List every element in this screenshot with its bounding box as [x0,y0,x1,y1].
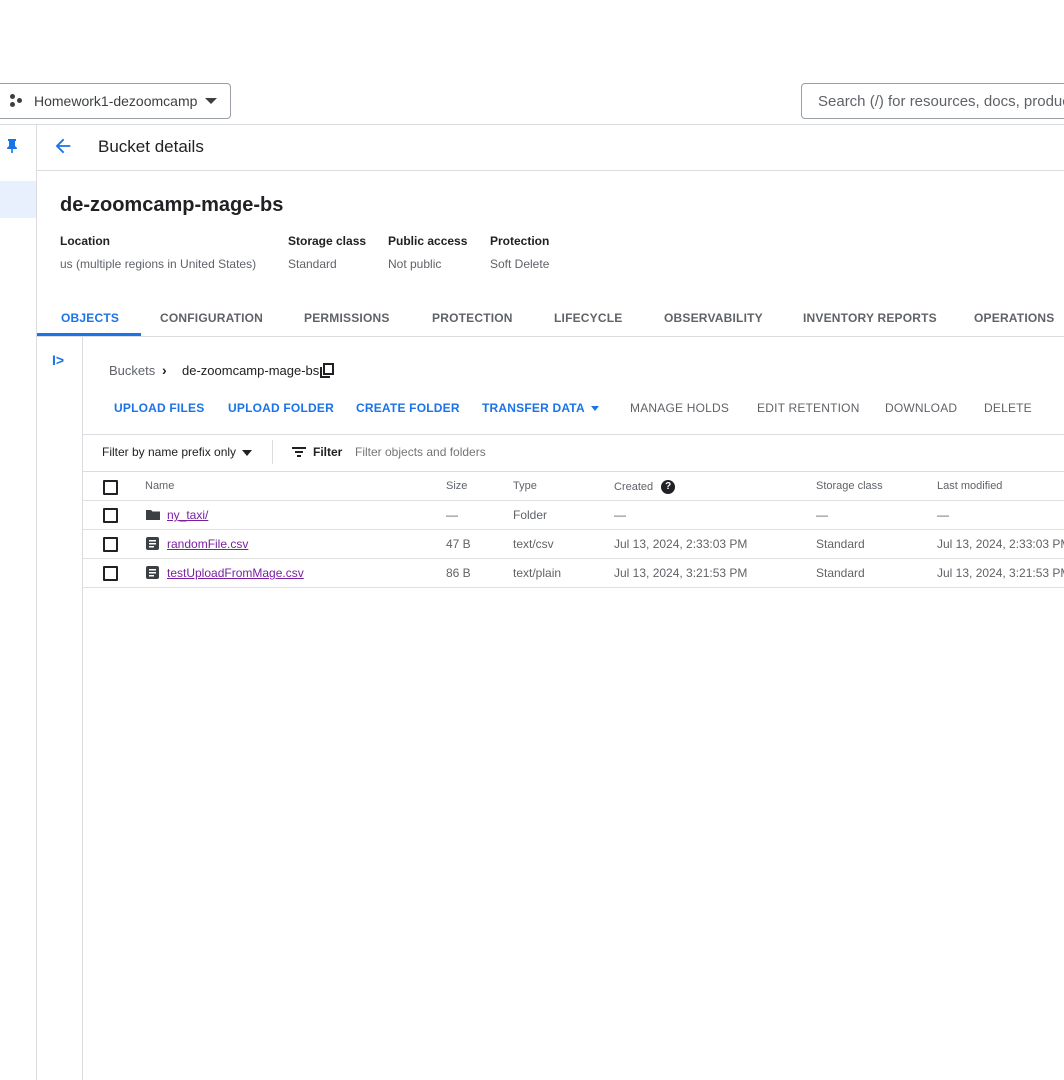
file-icon [146,537,159,550]
object-storage-class: Standard [816,537,865,551]
breadcrumb-buckets[interactable]: Buckets [109,363,155,378]
object-type: text/csv [513,537,554,551]
protection-label: Protection [490,234,550,248]
page-title: Bucket details [98,137,204,156]
protection-value: Soft Delete [490,257,550,271]
project-selector[interactable]: Homework1-dezoomcamp [0,83,231,119]
filter-icon [292,447,306,457]
tab-protection[interactable]: PROTECTION [432,311,513,325]
column-header-type[interactable]: Type [513,480,537,492]
object-storage-class: — [816,508,828,522]
object-type: Folder [513,508,548,522]
breadcrumb-current: de-zoomcamp-mage-bs [182,363,320,378]
folder-icon [146,510,160,520]
tab-permissions[interactable]: PERMISSIONS [304,311,390,325]
column-header-created[interactable]: Created? [614,480,676,494]
copy-icon[interactable] [320,363,334,378]
rail-item-selected[interactable] [0,181,36,218]
pin-icon[interactable] [5,138,19,154]
manage-holds-button[interactable]: MANAGE HOLDS [630,401,729,415]
rail-divider [36,125,37,1080]
row-divider [82,529,1064,530]
object-size: 47 B [446,537,471,551]
object-last-modified: Jul 13, 2024, 2:33:03 PM [937,537,1064,551]
search-input[interactable]: Search (/) for resources, docs, products… [801,83,1064,119]
tab-observability[interactable]: OBSERVABILITY [664,311,763,325]
filter-divider [272,440,273,464]
row-checkbox[interactable] [103,566,118,581]
upload-files-button[interactable]: UPLOAD FILES [114,401,204,415]
chevron-down-icon [590,406,599,412]
back-arrow-icon[interactable] [52,135,74,157]
public-access-label: Public access [388,234,468,248]
object-created: Jul 13, 2024, 2:33:03 PM [614,537,748,551]
row-checkbox[interactable] [103,508,118,523]
location-value: us (multiple regions in United States) [60,257,257,271]
download-button[interactable]: DOWNLOAD [885,401,957,415]
select-all-checkbox[interactable] [103,480,118,495]
column-header-name[interactable]: Name [145,480,174,492]
tab-operations[interactable]: OPERATIONS [974,311,1054,325]
column-header-size[interactable]: Size [446,480,467,492]
object-last-modified: — [937,508,949,522]
row-divider [82,558,1064,559]
action-bar-divider [82,434,1064,435]
object-name-link[interactable]: ny_taxi/ [167,508,208,522]
header-divider [0,124,1064,125]
filter-label: Filter [313,445,343,459]
file-icon [146,566,159,579]
column-header-last-modified[interactable]: Last modified [937,480,1002,492]
tab-objects[interactable]: OBJECTS [61,311,119,325]
upload-folder-button[interactable]: UPLOAD FOLDER [228,401,334,415]
location-label: Location [60,234,110,248]
panel-divider [82,337,83,1080]
storage-class-value: Standard [288,257,337,271]
object-size: 86 B [446,566,471,580]
chevron-down-icon [242,449,253,456]
transfer-data-button[interactable]: TRANSFER DATA [482,401,599,415]
search-placeholder: Search (/) for resources, docs, products… [818,92,1064,110]
tab-inventory-reports[interactable]: INVENTORY REPORTS [803,311,937,325]
help-icon[interactable]: ? [661,480,676,494]
object-created: — [614,508,626,522]
delete-button[interactable]: DELETE [984,401,1032,415]
header-row-divider [82,500,1064,501]
tab-configuration[interactable]: CONFIGURATION [160,311,263,325]
object-last-modified: Jul 13, 2024, 3:21:53 PM [937,566,1064,580]
row-checkbox[interactable] [103,537,118,552]
object-created: Jul 13, 2024, 3:21:53 PM [614,566,748,580]
row-divider [82,587,1064,588]
filter-input[interactable] [355,445,555,459]
filter-mode-dropdown[interactable]: Filter by name prefix only [102,445,253,459]
column-header-storage-class[interactable]: Storage class [816,480,883,492]
object-size: — [446,508,458,522]
title-divider [37,170,1064,171]
expand-panel-icon[interactable]: I> [52,352,64,368]
public-access-value: Not public [388,257,442,271]
filter-divider-bottom [82,471,1064,472]
object-name-link[interactable]: testUploadFromMage.csv [167,566,304,580]
create-folder-button[interactable]: CREATE FOLDER [356,401,460,415]
project-name: Homework1-dezoomcamp [34,93,198,109]
edit-retention-button[interactable]: EDIT RETENTION [757,401,860,415]
storage-class-label: Storage class [288,234,367,248]
tab-lifecycle[interactable]: LIFECYCLE [554,311,622,325]
object-storage-class: Standard [816,566,865,580]
breadcrumb-separator: › [162,362,167,378]
tabs-divider [37,336,1064,337]
bucket-name: de-zoomcamp-mage-bs [60,194,284,216]
project-icon [10,94,26,108]
chevron-down-icon [205,98,218,104]
object-name-link[interactable]: randomFile.csv [167,537,248,551]
object-type: text/plain [513,566,562,580]
